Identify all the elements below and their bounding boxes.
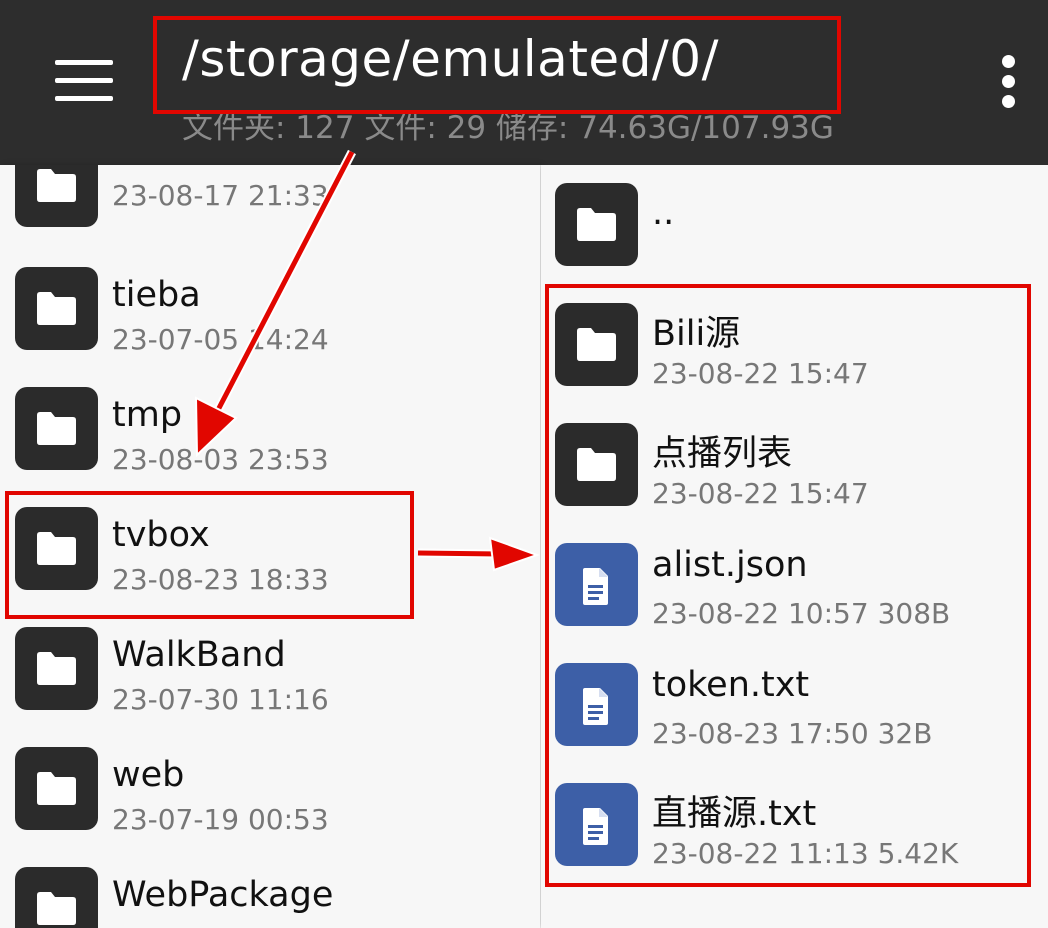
item-name: WalkBand (112, 635, 286, 675)
more-vert-icon[interactable] (998, 55, 1020, 109)
item-date: 23-08-23 18:33 (112, 563, 329, 596)
item-date: 23-08-03 23:53 (112, 443, 329, 476)
folder-icon (15, 165, 98, 227)
current-path: /storage/emulated/0/ (182, 30, 719, 88)
item-name: token.txt (652, 665, 810, 705)
folder-icon (15, 267, 98, 350)
item-name: tmp (112, 395, 183, 435)
list-item-tieba[interactable]: tieba 23-07-05 14:24 (0, 261, 540, 371)
list-item-tmp[interactable]: tmp 23-08-03 23:53 (0, 381, 540, 491)
list-item-bili[interactable]: Bili源 23-08-22 15:47 (541, 303, 1048, 413)
folder-icon (15, 867, 98, 928)
item-meta: 23-08-23 17:50 32B (652, 717, 933, 750)
item-name: WebPackage (112, 875, 334, 915)
directory-contents-list: .. Bili源 23-08-22 15:47 点播列表 23-08-22 15… (541, 165, 1048, 928)
list-item-token-txt[interactable]: token.txt 23-08-23 17:50 32B (541, 663, 1048, 773)
item-name: 点播列表 (652, 434, 793, 474)
item-name: Bili源 (652, 314, 741, 354)
document-icon (555, 663, 638, 746)
list-item-walkband[interactable]: WalkBand 23-07-30 11:16 (0, 621, 540, 731)
item-date: 23-07-19 00:53 (112, 803, 329, 836)
list-item-tencent[interactable]: tencent 23-08-17 21:33 (0, 165, 540, 231)
item-meta: 23-08-22 10:57 308B (652, 597, 951, 630)
item-meta: 23-08-22 11:13 5.42K (652, 837, 959, 870)
list-item-parent-dir[interactable]: .. (541, 183, 1048, 293)
top-app-bar: /storage/emulated/0/ 文件夹: 127 文件: 29 储存:… (0, 0, 1048, 165)
list-item-web[interactable]: web 23-07-19 00:53 (0, 741, 540, 851)
folder-icon (15, 507, 98, 590)
item-name: tvbox (112, 515, 210, 555)
folder-icon (555, 303, 638, 386)
item-date: 23-08-17 21:33 (112, 179, 329, 212)
document-icon (555, 783, 638, 866)
item-name: web (112, 755, 185, 795)
folder-icon (555, 423, 638, 506)
list-item-tvbox[interactable]: tvbox 23-08-23 18:33 (0, 501, 540, 611)
list-item-webpackage[interactable]: WebPackage (0, 861, 540, 928)
folder-icon (15, 747, 98, 830)
folder-icon (15, 387, 98, 470)
list-item-zhibo-txt[interactable]: 直播源.txt 23-08-22 11:13 5.42K (541, 783, 1048, 893)
storage-summary: 文件夹: 127 文件: 29 储存: 74.63G/107.93G (182, 110, 834, 146)
item-date: 23-07-05 14:24 (112, 323, 329, 356)
parent-directory-list: tencent 23-08-17 21:33 tieba 23-07-05 14… (0, 165, 540, 928)
list-item-alist-json[interactable]: alist.json 23-08-22 10:57 308B (541, 543, 1048, 653)
document-icon (555, 543, 638, 626)
item-name: .. (652, 193, 675, 233)
list-item-dianbo[interactable]: 点播列表 23-08-22 15:47 (541, 423, 1048, 533)
item-name: alist.json (652, 545, 808, 585)
item-meta: 23-08-22 15:47 (652, 477, 869, 510)
hamburger-menu-icon[interactable] (55, 60, 113, 102)
item-meta: 23-08-22 15:47 (652, 357, 869, 390)
folder-icon (15, 627, 98, 710)
item-name: tieba (112, 275, 201, 315)
folder-icon (555, 183, 638, 266)
item-date: 23-07-30 11:16 (112, 683, 329, 716)
item-name: 直播源.txt (652, 794, 817, 834)
